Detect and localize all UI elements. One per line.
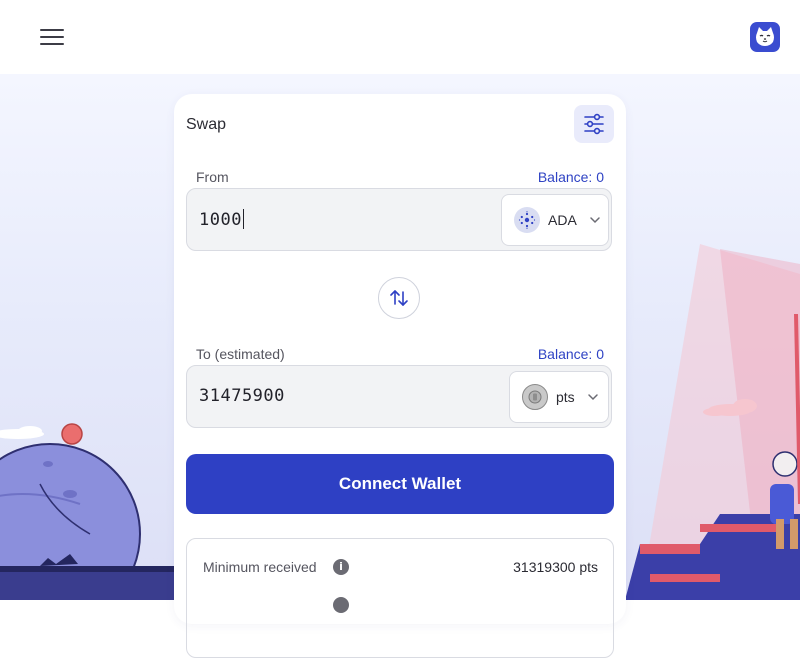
minimum-received-label: Minimum received xyxy=(203,559,317,575)
from-balance: Balance: 0 xyxy=(537,169,604,185)
to-balance: Balance: 0 xyxy=(537,346,604,362)
chevron-down-icon xyxy=(587,394,598,401)
to-amount-input[interactable]: 31475900 xyxy=(199,386,285,406)
info-icon[interactable] xyxy=(333,597,349,613)
from-field: 1000 ADA xyxy=(186,188,612,251)
to-field: 31475900 pts xyxy=(186,365,612,428)
sliders-settings-icon xyxy=(584,113,604,135)
from-amount-input[interactable]: 1000 xyxy=(199,209,244,230)
to-token-name: pts xyxy=(556,389,575,405)
info-icon[interactable]: i xyxy=(333,559,349,575)
top-bar xyxy=(0,0,800,74)
swap-details-panel: Minimum received i 31319300 pts xyxy=(186,538,614,658)
minimum-received-value: 31319300 pts xyxy=(513,559,598,575)
chevron-down-icon xyxy=(590,217,600,224)
cardano-icon xyxy=(514,207,540,233)
hamburger-menu-icon[interactable] xyxy=(40,27,64,47)
swap-arrows-icon xyxy=(390,290,408,306)
to-label: To (estimated) xyxy=(196,346,285,362)
coin-icon xyxy=(522,384,548,410)
swap-direction-button[interactable] xyxy=(378,277,420,319)
swap-card: Swap From Balance: 0 1000 ADA To (estima… xyxy=(174,94,626,658)
cat-face-logo-icon[interactable] xyxy=(750,22,780,52)
to-token-select[interactable]: pts xyxy=(509,371,609,423)
from-label: From xyxy=(196,169,229,185)
swap-title: Swap xyxy=(186,116,227,133)
from-token-name: ADA xyxy=(548,212,577,228)
settings-button[interactable] xyxy=(574,105,614,143)
from-token-select[interactable]: ADA xyxy=(501,194,609,246)
connect-wallet-button[interactable]: Connect Wallet xyxy=(186,454,614,514)
